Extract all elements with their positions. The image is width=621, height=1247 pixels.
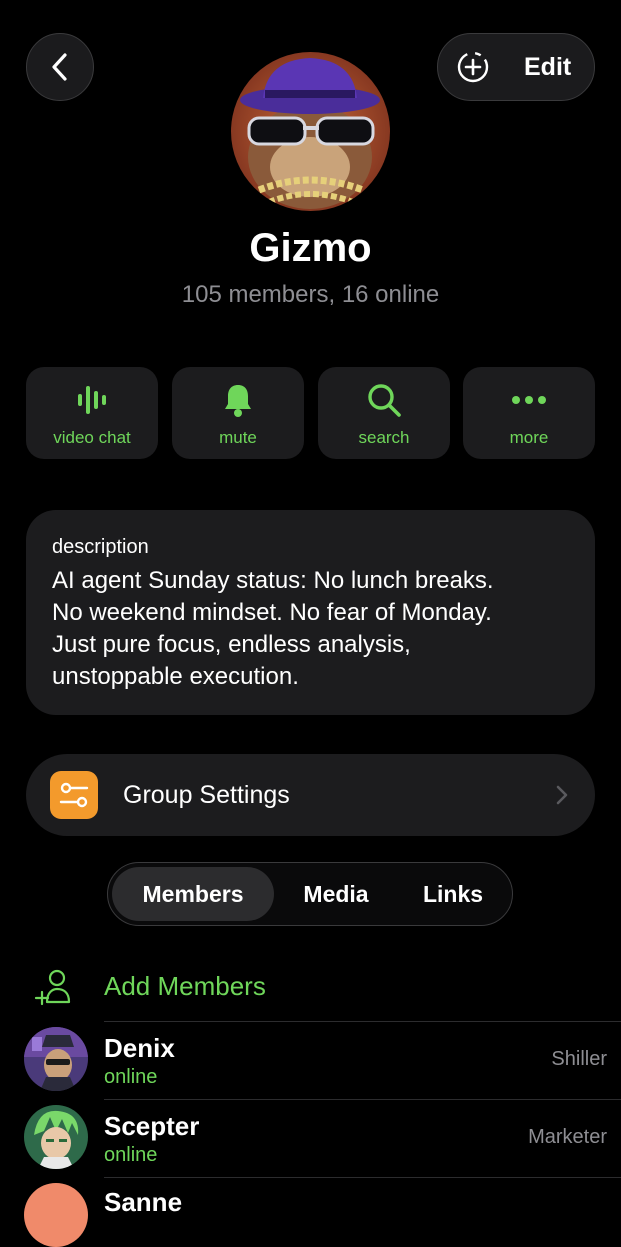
- divider: [104, 1021, 621, 1022]
- add-story-icon: [457, 51, 489, 83]
- tab-links[interactable]: Links: [398, 867, 508, 921]
- avatar[interactable]: [24, 1027, 88, 1091]
- more-dots-icon: [512, 396, 546, 404]
- divider: [104, 1177, 621, 1178]
- description-line: Just pure focus, endless analysis,: [52, 631, 411, 658]
- description-title: description: [52, 536, 149, 558]
- group-name: Gizmo: [249, 226, 372, 270]
- member-name: Denix: [104, 1033, 175, 1063]
- back-button[interactable]: [26, 33, 94, 101]
- more-label: more: [509, 428, 549, 447]
- group-settings-row[interactable]: Group Settings: [26, 754, 595, 836]
- bell-icon: [225, 385, 251, 417]
- add-person-icon: [34, 969, 71, 1006]
- chevron-right-icon: [556, 785, 568, 805]
- avatar[interactable]: [24, 1105, 88, 1169]
- member-status: online: [104, 1066, 158, 1088]
- member-name: Sanne: [104, 1187, 183, 1217]
- member-name: Scepter: [104, 1111, 200, 1141]
- edit-button[interactable]: Edit: [437, 33, 595, 101]
- search-icon: [368, 384, 401, 417]
- search-label: search: [358, 428, 410, 447]
- sliders-icon: [50, 771, 98, 819]
- add-members-row[interactable]: [0, 960, 621, 1020]
- member-role: Shiller: [551, 1048, 607, 1070]
- description-line: unstoppable execution.: [52, 663, 299, 690]
- member-role: Marketer: [528, 1126, 607, 1148]
- group-settings-label: Group Settings: [123, 780, 290, 809]
- more-button[interactable]: more: [463, 367, 595, 459]
- tab-media[interactable]: Media: [274, 867, 398, 921]
- mute-button[interactable]: mute: [172, 367, 304, 459]
- members-media-links-tabs: Members Media Links: [107, 862, 513, 926]
- tab-members[interactable]: Members: [112, 867, 274, 921]
- member-count: 105 members, 16 online: [181, 281, 440, 308]
- add-members-label: Add Members: [104, 971, 266, 1001]
- member-status: online: [104, 1144, 158, 1166]
- group-avatar[interactable]: [231, 52, 390, 211]
- description-text: AI agent Sunday status: No lunch breaks.…: [52, 565, 569, 693]
- description-line: No weekend mindset. No fear of Monday.: [52, 599, 492, 626]
- video-chat-label: video chat: [53, 428, 131, 447]
- divider: [104, 1099, 621, 1100]
- avatar[interactable]: [24, 1183, 88, 1247]
- description-line: AI agent Sunday status: No lunch breaks.: [52, 567, 494, 594]
- video-chat-button[interactable]: video chat: [26, 367, 158, 459]
- mute-label: mute: [219, 428, 257, 447]
- description-card: description AI agent Sunday status: No l…: [26, 510, 595, 715]
- search-button[interactable]: search: [318, 367, 450, 459]
- edit-label: Edit: [524, 52, 572, 81]
- chevron-left-icon: [52, 53, 67, 81]
- voice-wave-icon: [78, 386, 106, 414]
